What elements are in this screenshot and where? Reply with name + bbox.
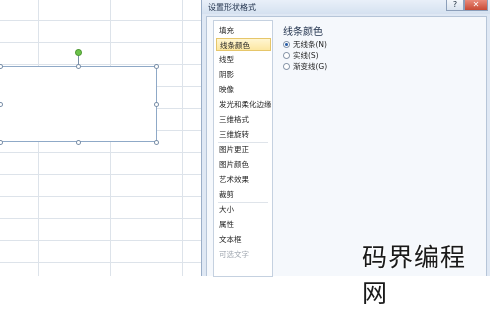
rotation-handle[interactable] — [75, 49, 82, 56]
nav-item-line-color[interactable]: 线条颜色 — [216, 38, 271, 51]
nav-item-picture-color[interactable]: 图片颜色 — [216, 158, 271, 171]
grid-row-line — [0, 262, 205, 263]
radio-icon-checked[interactable] — [283, 41, 290, 48]
grid-col-line — [182, 0, 183, 276]
resize-handle-bottom-left[interactable] — [0, 140, 3, 145]
option-label: 渐变线(G) — [293, 62, 328, 71]
resize-handle-bottom-right[interactable] — [154, 140, 159, 145]
nav-item-size[interactable]: 大小 — [216, 203, 271, 216]
dialog-title: 设置形状格式 — [208, 3, 256, 12]
nav-item-glow-soft-edges[interactable]: 发光和柔化边缘 — [216, 98, 271, 111]
watermark: 码界编程网 — [362, 243, 467, 308]
dialog-content: 填充 线条颜色 线型 阴影 映像 发光和柔化边缘 三维格式 三维旋转 图片更正 … — [206, 16, 487, 277]
grid-row-line — [0, 218, 205, 219]
resize-handle-bottom[interactable] — [76, 140, 81, 145]
grid-row-line — [0, 174, 205, 175]
nav-item-shadow[interactable]: 阴影 — [216, 68, 271, 81]
grid-row-line — [0, 42, 205, 43]
spreadsheet-grid[interactable] — [0, 0, 205, 276]
option-gradient-line[interactable]: 渐变线(G) — [283, 62, 327, 72]
option-label: 实线(S) — [293, 51, 319, 60]
radio-icon[interactable] — [283, 63, 290, 70]
option-no-line[interactable]: 无线条(N) — [283, 40, 327, 50]
nav-item-artistic-effects[interactable]: 艺术效果 — [216, 173, 271, 186]
category-nav: 填充 线条颜色 线型 阴影 映像 发光和柔化边缘 三维格式 三维旋转 图片更正 … — [213, 20, 273, 277]
dialog-titlebar[interactable]: 设置形状格式 ? ✕ — [202, 0, 490, 14]
nav-item-alt-text: 可选文字 — [219, 250, 249, 259]
section-heading: 线条颜色 — [283, 27, 323, 38]
nav-item-picture-corrections[interactable]: 图片更正 — [216, 143, 271, 156]
grid-row-line — [0, 152, 205, 153]
help-icon[interactable]: ? — [446, 0, 464, 11]
nav-item-line-style[interactable]: 线型 — [216, 53, 271, 66]
resize-handle-top[interactable] — [76, 64, 81, 69]
option-solid-line[interactable]: 实线(S) — [283, 51, 319, 61]
nav-item-fill[interactable]: 填充 — [216, 24, 271, 37]
nav-item-3d-format[interactable]: 三维格式 — [216, 113, 271, 126]
grid-row-line — [0, 240, 205, 241]
nav-item-text-box[interactable]: 文本框 — [216, 233, 271, 246]
option-label: 无线条(N) — [293, 40, 327, 49]
nav-item-crop[interactable]: 裁剪 — [216, 188, 271, 201]
grid-row-line — [0, 20, 205, 21]
nav-item-properties[interactable]: 属性 — [216, 218, 271, 231]
grid-row-line — [0, 64, 205, 65]
radio-icon[interactable] — [283, 52, 290, 59]
resize-handle-right[interactable] — [154, 102, 159, 107]
resize-handle-top-right[interactable] — [154, 64, 159, 69]
close-icon[interactable]: ✕ — [464, 0, 488, 11]
format-shape-dialog: 设置形状格式 ? ✕ 填充 线条颜色 线型 阴影 映像 发光和柔化边缘 三维格式… — [201, 0, 490, 277]
nav-item-reflection[interactable]: 映像 — [216, 83, 271, 96]
selected-shape[interactable] — [0, 66, 157, 142]
nav-item-3d-rotation[interactable]: 三维旋转 — [216, 128, 271, 141]
grid-row-line — [0, 196, 205, 197]
